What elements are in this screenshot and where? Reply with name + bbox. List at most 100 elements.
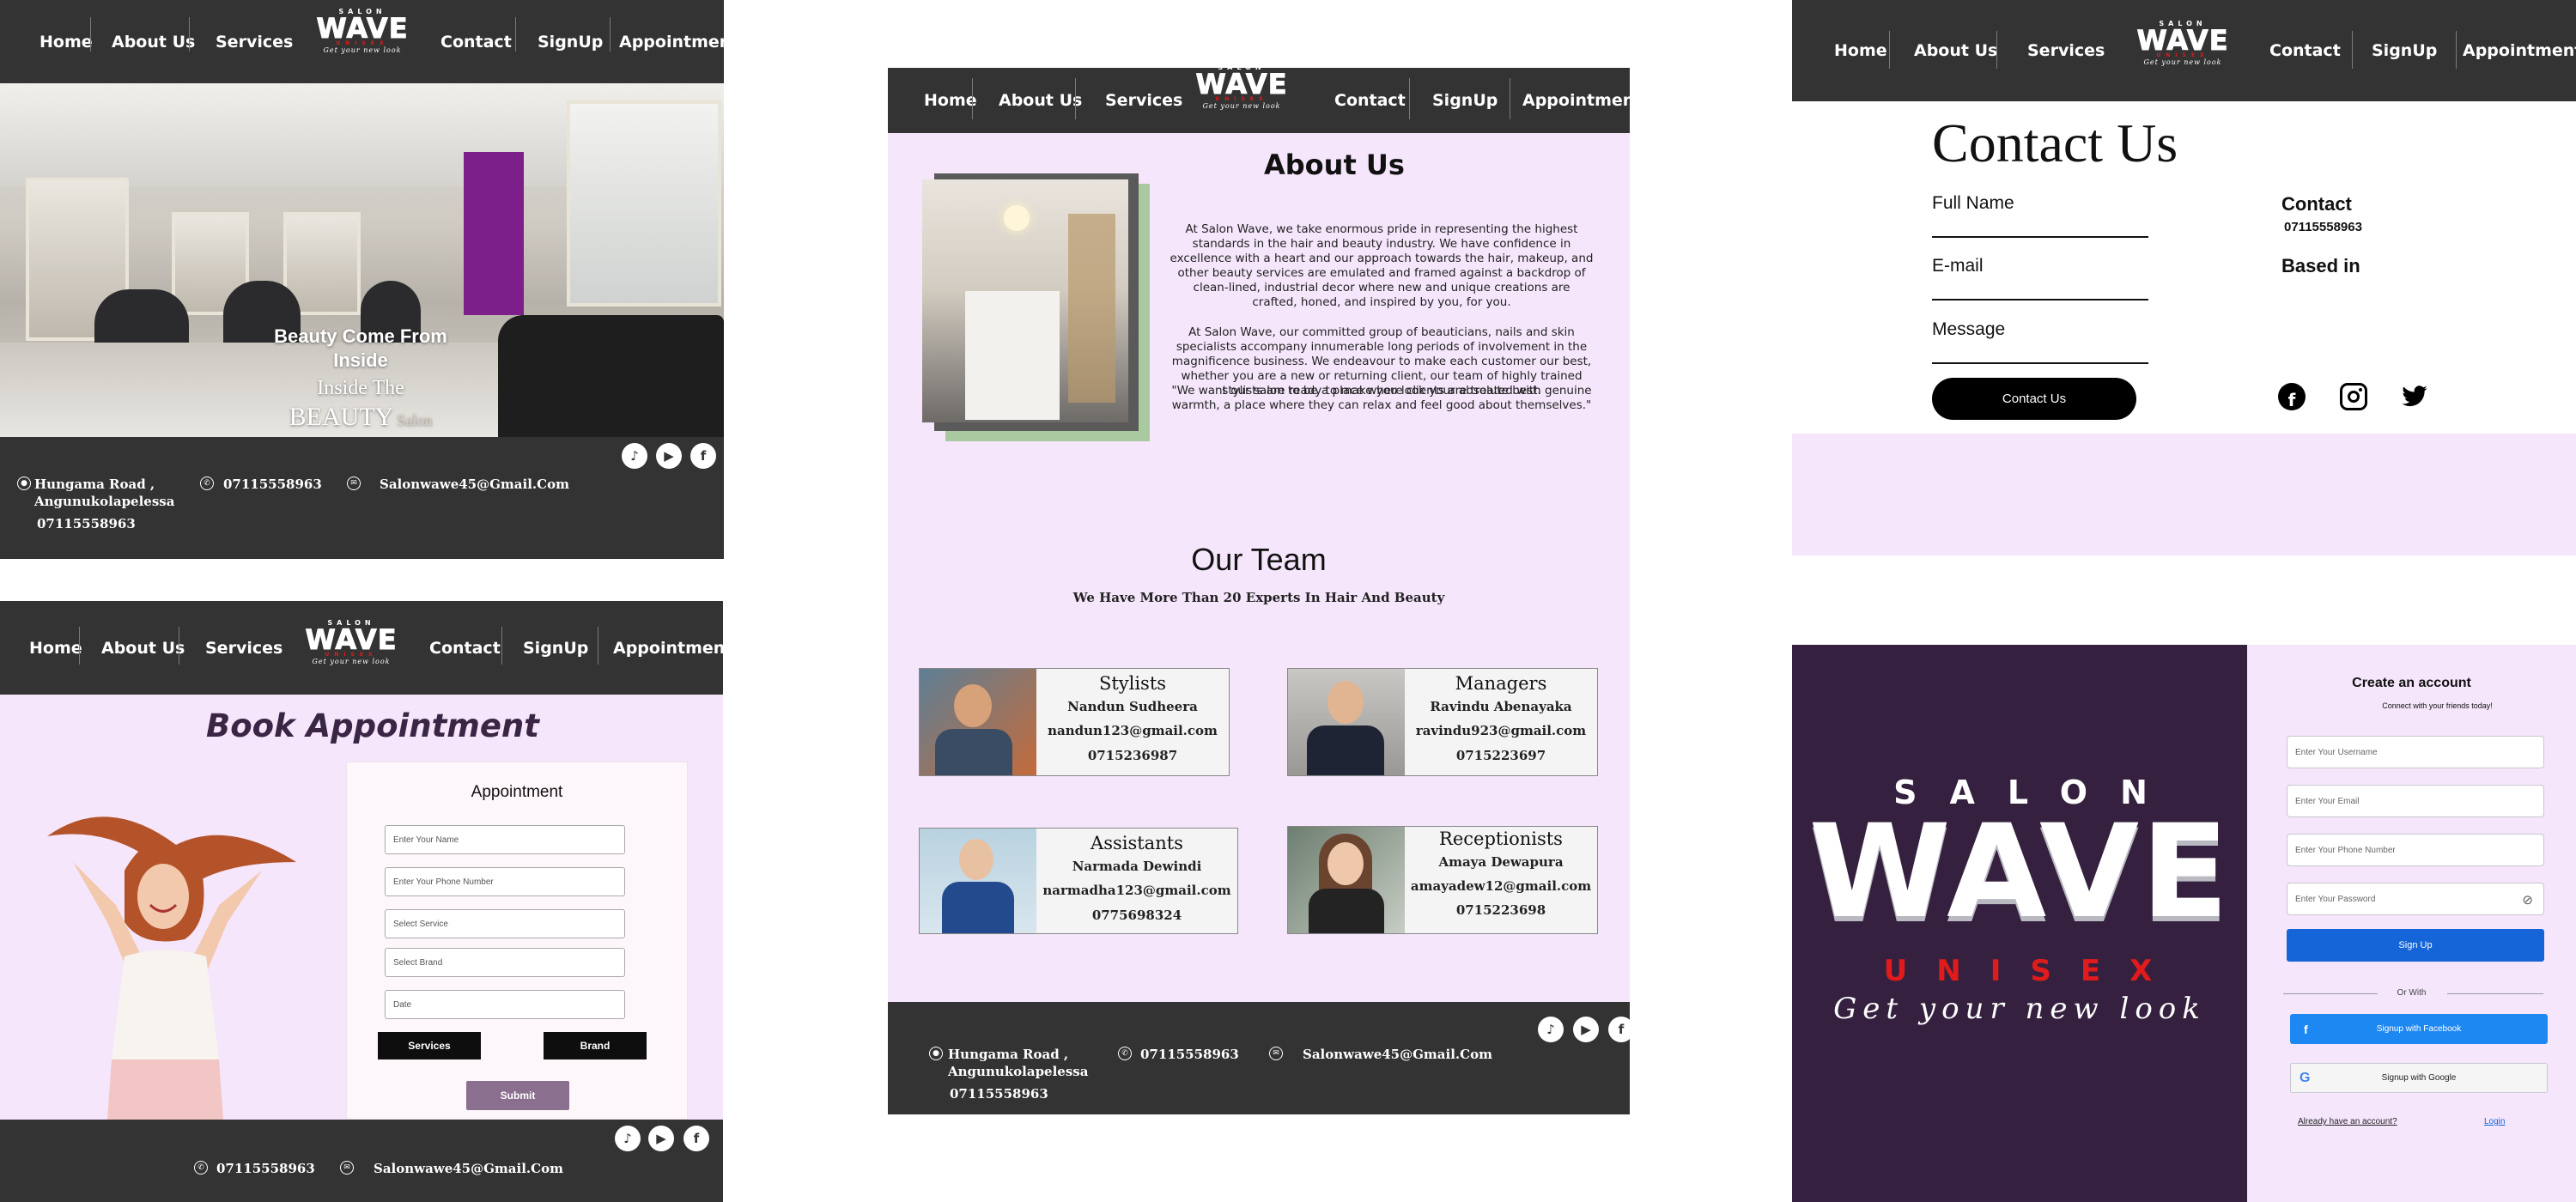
team-member-email: narmadha123@gmail.com <box>1042 883 1231 898</box>
nav-contact[interactable]: Contact <box>429 601 501 695</box>
password-input[interactable]: Enter Your Password ⊘ <box>2287 883 2544 915</box>
nav-appointment[interactable]: Appointment <box>1522 68 1630 133</box>
nav-appointment[interactable]: Appointment <box>619 0 724 83</box>
signup-form-panel: Create an account Connect with your frie… <box>2247 645 2576 1202</box>
page-title: Book Appointment <box>206 707 539 744</box>
nav-services[interactable]: Services <box>1105 68 1182 133</box>
nav-divider <box>515 17 516 52</box>
name-input[interactable]: Enter Your Name <box>385 825 625 854</box>
nav-divider <box>1409 78 1410 119</box>
phone-input[interactable]: Enter Your Phone Number <box>385 867 625 896</box>
phone-icon: ✆ <box>200 477 214 490</box>
already-have-account: Already have an account? <box>2298 1117 2397 1126</box>
password-placeholder: Enter Your Password <box>2295 894 2376 904</box>
nav-signup[interactable]: SignUp <box>2372 0 2437 101</box>
team-role: Stylists <box>1098 673 1167 694</box>
youtube-icon[interactable]: ▶ <box>648 1126 674 1151</box>
tiktok-icon[interactable]: ♪ <box>1538 1017 1564 1042</box>
nav-divider <box>1889 31 1890 69</box>
team-card-assistants: Assistants Narmada Dewindi narmadha123@g… <box>919 828 1238 934</box>
nav-appointment[interactable]: Appointment <box>2463 0 2576 101</box>
appointment-content: Book Appointment Appointment Enter Your … <box>0 695 723 1120</box>
appointment-form-card: Appointment Enter Your Name Enter Your P… <box>346 762 688 1120</box>
phone-input[interactable]: Enter Your Phone Number <box>2287 834 2544 866</box>
username-input[interactable]: Enter Your Username <box>2287 736 2544 768</box>
logo-tagline: Get your new look <box>2143 58 2222 67</box>
woman-illustration <box>47 817 296 1120</box>
hero-sofa <box>498 315 724 437</box>
facebook-icon[interactable]: f <box>690 443 716 469</box>
stylist-photo-body <box>935 729 1012 775</box>
nav-contact[interactable]: Contact <box>440 0 512 83</box>
facebook-signup-button[interactable]: f Signup with Facebook <box>2290 1014 2548 1044</box>
contact-lavender-band <box>1792 434 2576 555</box>
nav-services[interactable]: Services <box>2027 0 2105 101</box>
logo[interactable]: SALON WAVE UNISEX Get your new look <box>305 620 397 666</box>
appointment-form-title: Appointment <box>471 783 563 801</box>
message-input[interactable] <box>1932 362 2148 364</box>
team-member-name: Ravindu Abenayaka <box>1430 699 1572 714</box>
youtube-icon[interactable]: ▶ <box>1573 1017 1599 1042</box>
youtube-icon[interactable]: ▶ <box>656 443 682 469</box>
footer-address-line1: Hungama Road , <box>34 477 155 492</box>
google-signup-button[interactable]: G Signup with Google <box>2290 1063 2548 1093</box>
date-input[interactable]: Date <box>385 990 625 1019</box>
facebook-icon[interactable]: f <box>2278 383 2306 410</box>
about-paragraph-3: "We want our salon to be a place where c… <box>1171 384 1592 412</box>
service-select[interactable]: Select Service <box>385 909 625 938</box>
signup-page-panel: SALON WAVE UNISEX Get your new look Crea… <box>1792 645 2576 1202</box>
email-input[interactable] <box>1932 299 2148 300</box>
footer-address-line1: Hungama Road , <box>948 1047 1069 1062</box>
nav-signup[interactable]: SignUp <box>523 601 588 695</box>
stylist-photo <box>920 669 1036 775</box>
google-icon: G <box>2300 1070 2311 1085</box>
nav-appointment[interactable]: Appointment <box>613 601 723 695</box>
services-button[interactable]: Services <box>378 1032 481 1059</box>
nav-home[interactable]: Home <box>924 68 977 133</box>
facebook-icon[interactable]: f <box>1608 1017 1630 1042</box>
signup-logo-wave: WAVE <box>1808 798 2231 947</box>
email-icon: ✉ <box>1269 1047 1283 1060</box>
team-member-name: Narmada Dewindi <box>1072 859 1202 874</box>
nav-services[interactable]: Services <box>216 0 293 83</box>
login-link[interactable]: Login <box>2484 1117 2505 1126</box>
team-member-name: Nandun Sudheera <box>1067 699 1198 714</box>
nav-signup[interactable]: SignUp <box>1432 68 1498 133</box>
email-input[interactable]: Enter Your Email <box>2287 785 2544 817</box>
logo-tagline: Get your new look <box>1202 102 1281 111</box>
signup-button[interactable]: Sign Up <box>2287 929 2544 962</box>
nav-contact[interactable]: Contact <box>1334 68 1406 133</box>
nav-about[interactable]: About Us <box>999 68 1082 133</box>
instagram-lens <box>2348 391 2360 403</box>
nav-signup[interactable]: SignUp <box>538 0 603 83</box>
nav-divider <box>2352 31 2353 69</box>
footer-address-line2: Angunukolapelessa <box>34 494 175 509</box>
facebook-icon[interactable]: f <box>683 1126 709 1151</box>
contact-title: Contact Us <box>1932 112 2178 173</box>
footer-email: Salonwawe45@Gmail.Com <box>1303 1047 1492 1062</box>
team-card-receptionists: Receptionists Amaya Dewapura amayadew12@… <box>1287 826 1598 934</box>
tiktok-icon[interactable]: ♪ <box>622 443 647 469</box>
twitter-icon[interactable] <box>2400 383 2429 410</box>
logo[interactable]: SALON WAVE UNISEX Get your new look <box>2136 21 2228 67</box>
nav-services[interactable]: Services <box>205 601 283 695</box>
instagram-icon[interactable] <box>2340 383 2367 410</box>
team-member-name: Amaya Dewapura <box>1438 854 1564 870</box>
nav-about[interactable]: About Us <box>1914 0 1997 101</box>
nav-about[interactable]: About Us <box>112 0 195 83</box>
eye-off-icon[interactable]: ⊘ <box>2522 892 2533 908</box>
full-name-input[interactable] <box>1932 236 2148 238</box>
brand-select[interactable]: Select Brand <box>385 948 625 977</box>
tiktok-icon[interactable]: ♪ <box>615 1126 641 1151</box>
nav-divider <box>972 78 973 119</box>
nav-about[interactable]: About Us <box>101 601 185 695</box>
logo[interactable]: SALON WAVE UNISEX Get your new look <box>316 9 408 55</box>
contact-us-button[interactable]: Contact Us <box>1932 378 2136 420</box>
nav-home[interactable]: Home <box>29 601 82 695</box>
nav-contact[interactable]: Contact <box>2269 0 2341 101</box>
logo[interactable]: SALON WAVE UNISEX Get your new look <box>1195 68 1287 111</box>
nav-home[interactable]: Home <box>39 0 93 83</box>
nav-home[interactable]: Home <box>1834 0 1887 101</box>
submit-button[interactable]: Submit <box>466 1081 569 1110</box>
brand-button[interactable]: Brand <box>544 1032 647 1059</box>
